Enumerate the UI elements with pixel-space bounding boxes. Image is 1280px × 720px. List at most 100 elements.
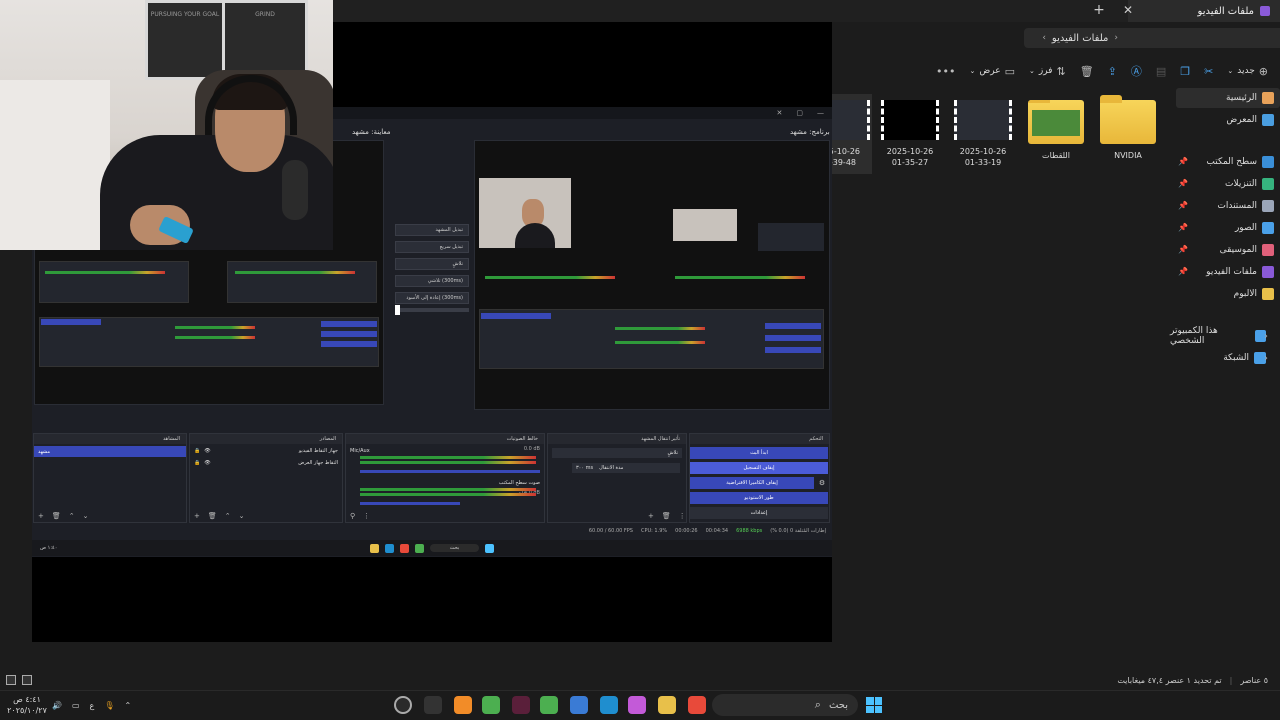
lock-icon[interactable]: 🔒 — [194, 448, 200, 454]
delete-icon[interactable]: 🗑 — [52, 512, 61, 520]
stop-recording-button[interactable]: إيقاف التسجيل — [690, 462, 828, 474]
mic-volume-slider[interactable] — [360, 470, 540, 473]
copilot-app-icon[interactable] — [628, 696, 646, 714]
language-indicator[interactable]: ع — [90, 701, 95, 710]
sidebar-item[interactable]: الالبوم — [1234, 284, 1274, 304]
network-icon[interactable]: ▭ — [72, 701, 80, 710]
obs-app-icon[interactable] — [394, 696, 412, 714]
up-icon[interactable]: ⌃ — [225, 512, 231, 520]
studio-mode-button[interactable]: طور الاستوديو — [690, 492, 828, 504]
new-button[interactable]: ⌄ جديد ⊕ — [1227, 65, 1268, 78]
folder-captures[interactable]: اللقطات — [1021, 94, 1091, 174]
chevron-right-icon[interactable]: › — [1264, 331, 1268, 342]
square-icon[interactable] — [6, 675, 16, 685]
pin-icon[interactable]: 📌 — [1178, 245, 1188, 254]
search-label: بحث — [828, 699, 848, 711]
cut-icon[interactable]: ✂ — [1204, 65, 1213, 78]
button-label: ابدأ البث — [750, 450, 768, 456]
add-icon[interactable]: + — [194, 512, 200, 520]
explorer-app-icon[interactable] — [658, 696, 676, 714]
explorer-tab[interactable]: ملفات الفيديو — [1128, 0, 1280, 22]
sidebar-item[interactable]: التنزيلات — [1225, 174, 1274, 194]
rename-icon[interactable]: Ⓐ — [1131, 63, 1142, 79]
chrome-alt-app-icon[interactable] — [482, 696, 500, 714]
delete-icon[interactable]: 🗑 — [208, 512, 217, 520]
scene-item[interactable]: مشهد — [34, 446, 186, 457]
source-item[interactable]: 🔒 👁 التقاط جهاز العرض — [194, 460, 338, 466]
square-icon[interactable] — [22, 675, 32, 685]
copy-icon[interactable]: ❐ — [1180, 65, 1190, 78]
down-icon[interactable]: ⌄ — [83, 512, 89, 520]
start-streaming-button[interactable]: ابدأ البث — [690, 447, 828, 459]
settings-button[interactable]: إعدادات — [690, 507, 828, 519]
pin-icon[interactable]: 📌 — [1178, 223, 1188, 232]
vegas-app-icon[interactable] — [512, 696, 530, 714]
avast-app-icon[interactable] — [454, 696, 472, 714]
fade-ms-select[interactable]: تلاشي (300ms) — [395, 275, 469, 287]
pin-icon[interactable]: 📌 — [1178, 179, 1188, 188]
more-button[interactable]: ••• — [936, 65, 955, 78]
duration-input[interactable]: ٣٠٠ ms مدة الانتقال — [572, 463, 680, 473]
sidebar-item[interactable]: الصور — [1235, 218, 1274, 238]
start-icon[interactable] — [866, 697, 882, 713]
menu-icon[interactable]: ⋮ — [363, 512, 370, 520]
gear-icon[interactable]: ⚙ — [817, 478, 827, 488]
taskbar-search[interactable]: ⌕ بحث — [712, 694, 858, 716]
sidebar-item[interactable]: سطح المكتب — [1206, 152, 1274, 172]
add-icon[interactable]: + — [648, 512, 654, 520]
sidebar-item[interactable]: ملفات الفيديو — [1206, 262, 1274, 282]
sidebar-item[interactable]: الشبكة › — [1223, 348, 1268, 368]
paste-icon[interactable]: ▤ — [1156, 65, 1166, 78]
pin-icon[interactable]: 📌 — [1178, 157, 1188, 166]
link-icon[interactable]: ⚲ — [350, 512, 355, 520]
sort-button[interactable]: ⌄ فرز ⇅ — [1029, 65, 1066, 78]
close-icon[interactable]: ✕ — [777, 109, 783, 117]
chevron-right-icon[interactable]: › — [1264, 353, 1268, 364]
up-icon[interactable]: ⌃ — [69, 512, 75, 520]
delete-icon[interactable]: 🗑 — [1080, 65, 1094, 78]
down-icon[interactable]: ⌄ — [239, 512, 245, 520]
pin-icon[interactable]: 📌 — [1178, 267, 1188, 276]
new-icon: ⊕ — [1258, 64, 1268, 78]
switch-scene-button[interactable]: تبديل المشهد — [395, 224, 469, 236]
chrome-app-icon[interactable] — [688, 696, 706, 714]
back-to-black-select[interactable]: إعادة إلى الأسود (300ms) — [395, 292, 469, 304]
sidebar-item[interactable]: الموسيقى — [1220, 240, 1274, 260]
stop-virtual-camera-button[interactable]: إيقاف الكاميرا الافتراضية — [690, 477, 814, 489]
sidebar-item[interactable]: هذا الكمبيوتر الشخصي › — [1170, 326, 1268, 346]
eye-icon[interactable]: 👁 — [204, 448, 210, 454]
folder-nvidia[interactable]: NVIDIA — [1093, 94, 1163, 174]
pin-icon[interactable]: 📌 — [1178, 201, 1188, 210]
sidebar-item[interactable]: الرئيسية — [1176, 88, 1280, 108]
desktop-volume-slider[interactable] — [360, 502, 460, 505]
volume-icon[interactable]: 🔊 — [52, 701, 62, 710]
share-icon[interactable]: ⇪ — [1108, 65, 1117, 78]
source-item[interactable]: 🔒 👁 جهاز التقاط الفيديو — [194, 448, 338, 454]
view-button[interactable]: ⌄ عرض ▭ — [969, 65, 1015, 78]
fade-select[interactable]: تلاشٍ — [395, 258, 469, 270]
menu-icon[interactable]: ⋮ — [679, 512, 686, 520]
t-bar-slider[interactable] — [395, 305, 469, 315]
nvidia-app-icon[interactable] — [540, 696, 558, 714]
quick-transition-button[interactable]: تبديل سريع — [395, 241, 469, 253]
sidebar-item[interactable]: المعرض — [1226, 110, 1274, 130]
chevron-up-icon[interactable]: ⌃ — [124, 701, 131, 710]
new-tab-icon[interactable]: + — [1092, 2, 1106, 18]
close-tab-icon[interactable]: ✕ — [1121, 3, 1135, 17]
video-file[interactable]: 2025-10-26 01-33-19 — [948, 94, 1018, 174]
microphone-icon[interactable]: 🎙 — [104, 701, 114, 710]
minimize-icon[interactable]: — — [817, 109, 824, 117]
clock[interactable]: ٤:٤١ ص ٢٠٢٥/١٠/٢٧ — [7, 690, 47, 720]
store-app-icon[interactable] — [570, 696, 588, 714]
eye-icon[interactable]: 👁 — [204, 460, 210, 466]
lock-icon[interactable]: 🔒 — [194, 460, 200, 466]
github-app-icon[interactable] — [424, 696, 442, 714]
edge-app-icon[interactable] — [600, 696, 618, 714]
breadcrumb[interactable]: ‹ ملفات الفيديو › — [1024, 28, 1118, 48]
maximize-icon[interactable]: ▢ — [796, 109, 803, 117]
transition-select[interactable]: تلاشٍ — [552, 448, 682, 458]
sidebar-item[interactable]: المستندات — [1217, 196, 1274, 216]
delete-icon[interactable]: 🗑 — [662, 512, 671, 520]
video-file[interactable]: 2025-10-26 01-35-27 — [875, 94, 945, 174]
add-icon[interactable]: + — [38, 512, 44, 520]
